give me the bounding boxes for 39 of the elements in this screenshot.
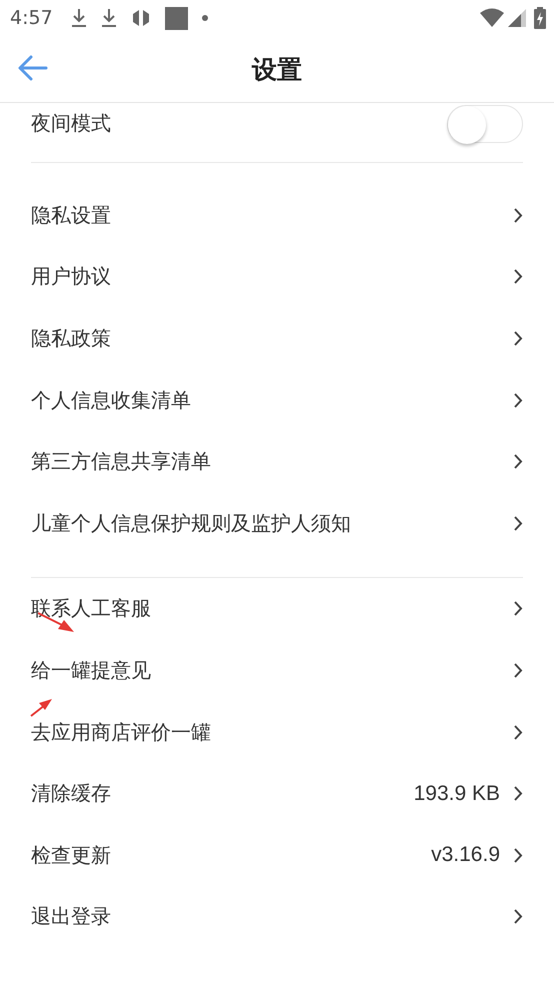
- setting-label: 清除缓存: [31, 780, 111, 808]
- annotation-arrow: [30, 697, 54, 717]
- status-time: 4:57: [10, 7, 53, 29]
- chevron-right-icon: [514, 724, 523, 740]
- setting-value: v3.16.9: [431, 843, 500, 868]
- setting-label: 夜间模式: [31, 110, 111, 138]
- setting-label: 隐私设置: [31, 202, 111, 229]
- chevron-right-icon: [514, 331, 523, 346]
- toggle-switch[interactable]: [447, 104, 523, 143]
- chevron-right-icon: [514, 516, 523, 531]
- chevron-right-icon: [514, 848, 523, 863]
- back-icon: [18, 55, 48, 81]
- chevron-right-icon: [514, 208, 523, 223]
- chevron-right-icon: [514, 663, 523, 678]
- setting-label: 给一罐提意见: [31, 657, 151, 684]
- setting-label: 儿童个人信息保护规则及监护人须知: [31, 510, 351, 537]
- chevron-right-icon: [514, 601, 523, 616]
- setting-label: 第三方信息共享清单: [31, 448, 211, 476]
- setting-label: 用户协议: [31, 263, 111, 290]
- setting-value: 193.9 KB: [414, 782, 500, 806]
- square-icon: [164, 6, 188, 30]
- battery-icon: [534, 7, 546, 29]
- download-icon: [70, 8, 87, 28]
- chevron-right-icon: [514, 454, 523, 470]
- setting-label: 联系人工客服: [31, 595, 151, 622]
- page-title: 设置: [252, 54, 302, 86]
- chevron-right-icon: [514, 392, 523, 408]
- wifi-icon: [480, 8, 504, 28]
- setting-label: 去应用商店评价一罐: [31, 718, 211, 746]
- chevron-right-icon: [514, 269, 523, 284]
- dot-icon: [202, 15, 208, 21]
- signal-icon: [508, 8, 526, 28]
- setting-label: 个人信息收集清单: [31, 386, 191, 414]
- setting-label: 检查更新: [31, 842, 111, 869]
- setting-label: 退出登录: [31, 903, 111, 930]
- chevron-right-icon: [514, 786, 523, 802]
- download-icon: [100, 8, 117, 28]
- setting-label: 隐私政策: [31, 325, 111, 352]
- chevron-right-icon: [514, 909, 523, 924]
